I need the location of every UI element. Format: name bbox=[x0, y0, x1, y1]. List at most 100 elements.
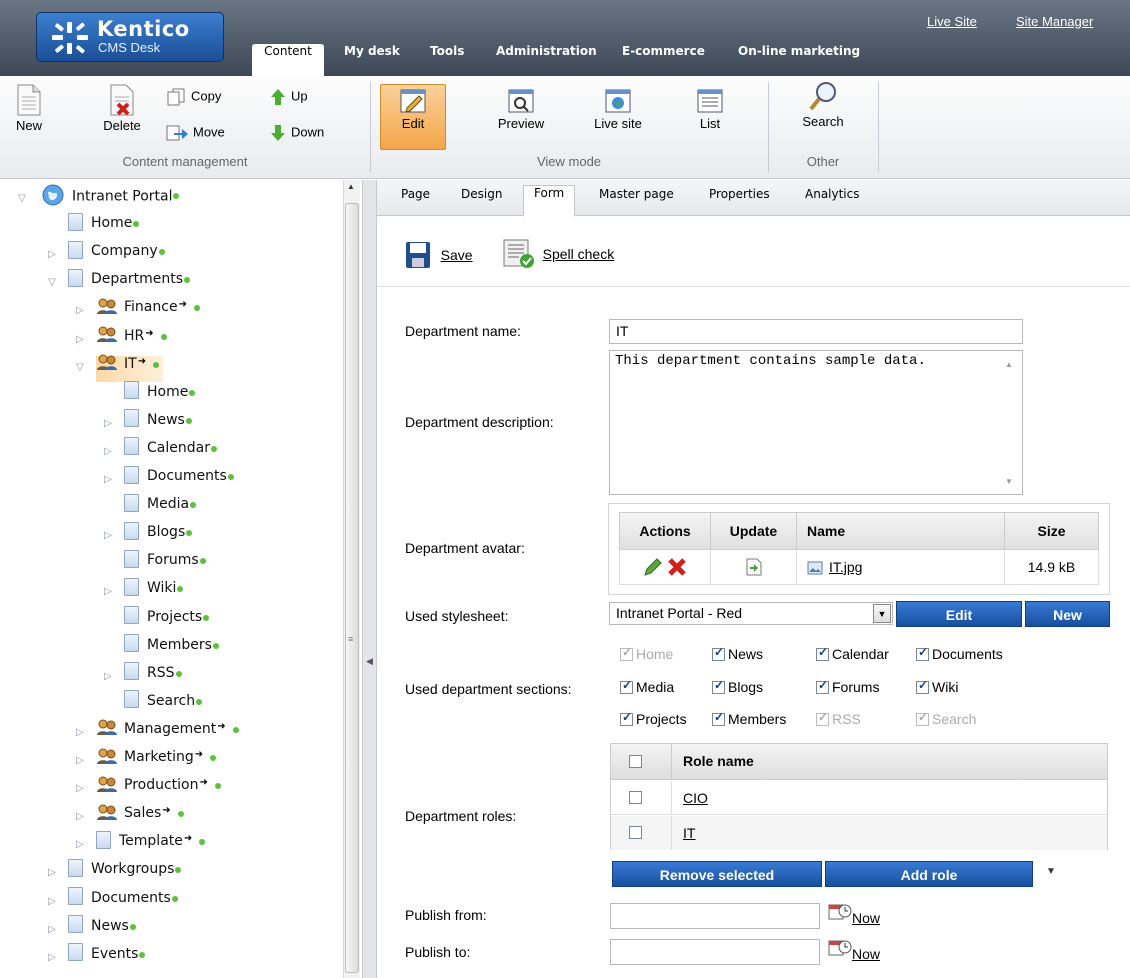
pane-splitter[interactable]: ◀ bbox=[362, 180, 377, 978]
tree-node[interactable]: Media bbox=[124, 493, 197, 522]
tab-form[interactable]: Form bbox=[523, 185, 576, 217]
live-site-link[interactable]: Live Site bbox=[927, 14, 977, 29]
tree-node[interactable]: Production➜ bbox=[96, 776, 221, 803]
section-projects[interactable]: Projects bbox=[620, 710, 687, 727]
expand-icon[interactable]: ▷ bbox=[104, 586, 112, 597]
delete-x-icon[interactable] bbox=[667, 557, 687, 577]
tree-node[interactable]: Company bbox=[68, 240, 165, 269]
section-calendar[interactable]: Calendar bbox=[816, 645, 889, 662]
tab-analytics[interactable]: Analytics bbox=[795, 187, 870, 216]
department-name-input[interactable]: IT bbox=[609, 319, 1023, 344]
tree-node[interactable]: News bbox=[124, 409, 192, 438]
add-role-button[interactable]: Add role bbox=[825, 861, 1033, 887]
add-role-dropdown-icon[interactable]: ▼ bbox=[1046, 866, 1056, 877]
collapse-left-icon[interactable]: ◀ bbox=[366, 656, 373, 667]
tree-scrollbar-thumb[interactable]: ≡ bbox=[345, 203, 359, 973]
tree-node[interactable]: Workgroups bbox=[68, 858, 182, 887]
calendar-icon[interactable] bbox=[828, 902, 852, 922]
department-description-textarea[interactable]: This department contains sample data. bbox=[609, 350, 1023, 495]
section-checkbox[interactable] bbox=[620, 678, 633, 694]
textarea-scroll-up-icon[interactable]: ▲ bbox=[1005, 360, 1013, 369]
tree-node[interactable]: Sales➜ bbox=[96, 804, 184, 831]
live-site-mode-button[interactable]: Live site bbox=[580, 88, 656, 131]
collapse-icon[interactable]: ▽ bbox=[48, 277, 56, 288]
expand-icon[interactable]: ▷ bbox=[48, 249, 56, 260]
tab-e-commerce[interactable]: E-commerce bbox=[614, 44, 713, 76]
expand-icon[interactable]: ▷ bbox=[76, 783, 84, 794]
section-documents[interactable]: Documents bbox=[916, 645, 1003, 662]
expand-icon[interactable]: ▷ bbox=[104, 474, 112, 485]
section-wiki[interactable]: Wiki bbox=[916, 678, 958, 695]
expand-icon[interactable]: ▷ bbox=[104, 671, 112, 682]
site-manager-link[interactable]: Site Manager bbox=[1016, 14, 1093, 29]
edit-pencil-icon[interactable] bbox=[643, 557, 663, 577]
search-button[interactable]: Search bbox=[790, 80, 856, 129]
preview-mode-button[interactable]: Preview bbox=[488, 88, 554, 131]
publish-from-now[interactable]: Now bbox=[828, 902, 880, 926]
role-checkbox[interactable] bbox=[629, 791, 642, 804]
tab-design[interactable]: Design bbox=[451, 187, 512, 216]
tab-master-page[interactable]: Master page bbox=[589, 187, 684, 216]
expand-icon[interactable]: ▷ bbox=[48, 924, 56, 935]
kentico-logo[interactable]: Kentico CMS Desk bbox=[36, 12, 224, 62]
expand-icon[interactable]: ▷ bbox=[48, 867, 56, 878]
section-forums[interactable]: Forums bbox=[816, 678, 879, 695]
chevron-down-icon[interactable]: ▼ bbox=[873, 604, 891, 623]
tab-online-marketing[interactable]: On-line marketing bbox=[730, 44, 868, 76]
remove-selected-button[interactable]: Remove selected bbox=[612, 861, 822, 887]
spell-check-button[interactable]: Spell check bbox=[503, 239, 614, 269]
section-checkbox[interactable] bbox=[712, 678, 725, 694]
tree-node[interactable]: Intranet Portal bbox=[42, 184, 180, 213]
tab-administration[interactable]: Administration bbox=[488, 44, 605, 76]
scroll-up-icon[interactable]: ▲ bbox=[347, 182, 355, 191]
upload-file-icon[interactable] bbox=[746, 558, 762, 576]
avatar-file-link[interactable]: IT.jpg bbox=[829, 559, 862, 575]
edit-mode-content[interactable]: Edit bbox=[380, 88, 446, 131]
save-link[interactable]: Save bbox=[441, 247, 473, 263]
tree-node[interactable]: Template➜ bbox=[96, 830, 206, 859]
textarea-scroll-down-icon[interactable]: ▼ bbox=[1005, 477, 1013, 486]
collapse-icon[interactable]: ▽ bbox=[76, 362, 84, 373]
publish-to-now[interactable]: Now bbox=[828, 938, 880, 962]
stylesheet-new-button[interactable]: New bbox=[1025, 601, 1110, 627]
expand-icon[interactable]: ▷ bbox=[48, 952, 56, 963]
tree-node[interactable]: Documents bbox=[68, 887, 178, 916]
expand-icon[interactable]: ▷ bbox=[104, 446, 112, 457]
tree-node[interactable]: Finance➜ bbox=[96, 298, 200, 325]
calendar-icon[interactable] bbox=[828, 938, 852, 958]
tree-node[interactable]: Events bbox=[68, 943, 146, 972]
copy-button[interactable]: Copy bbox=[166, 88, 221, 106]
tree-node[interactable]: Projects bbox=[124, 606, 210, 635]
up-button[interactable]: Up bbox=[270, 88, 308, 106]
tab-properties[interactable]: Properties bbox=[699, 187, 780, 216]
now-link[interactable]: Now bbox=[852, 910, 880, 926]
tree-node[interactable]: Documents bbox=[124, 465, 234, 494]
expand-icon[interactable]: ▷ bbox=[104, 530, 112, 541]
tree-node[interactable]: Forums bbox=[124, 549, 206, 578]
tree-node[interactable]: Home bbox=[68, 212, 140, 241]
stylesheet-edit-button[interactable]: Edit bbox=[896, 601, 1022, 627]
new-button[interactable]: New bbox=[4, 84, 54, 133]
expand-icon[interactable]: ▷ bbox=[76, 811, 84, 822]
section-members[interactable]: Members bbox=[712, 710, 786, 727]
section-blogs[interactable]: Blogs bbox=[712, 678, 763, 695]
tree-node[interactable]: Management➜ bbox=[96, 719, 239, 747]
role-link[interactable]: CIO bbox=[683, 790, 708, 806]
section-checkbox[interactable] bbox=[712, 710, 725, 726]
tree-node[interactable]: News bbox=[68, 915, 136, 944]
tree-node[interactable]: IT➜ bbox=[96, 354, 164, 382]
section-checkbox[interactable] bbox=[816, 645, 829, 661]
expand-icon[interactable]: ▷ bbox=[76, 334, 84, 345]
publish-to-input[interactable] bbox=[610, 939, 820, 965]
tree-node[interactable]: Members bbox=[124, 634, 219, 663]
tree-node[interactable]: Calendar bbox=[124, 437, 217, 466]
section-checkbox[interactable] bbox=[620, 710, 633, 726]
stylesheet-select[interactable]: Intranet Portal - Red ▼ bbox=[609, 602, 893, 625]
role-checkbox[interactable] bbox=[629, 826, 642, 839]
tree-node[interactable]: Blogs bbox=[124, 521, 193, 550]
save-button[interactable]: Save bbox=[405, 241, 473, 269]
tree-node[interactable]: Search bbox=[124, 690, 203, 719]
tree-node[interactable]: Departments bbox=[68, 268, 191, 297]
expand-icon[interactable]: ▷ bbox=[76, 305, 84, 316]
tree-node[interactable]: Marketing➜ bbox=[96, 748, 217, 775]
